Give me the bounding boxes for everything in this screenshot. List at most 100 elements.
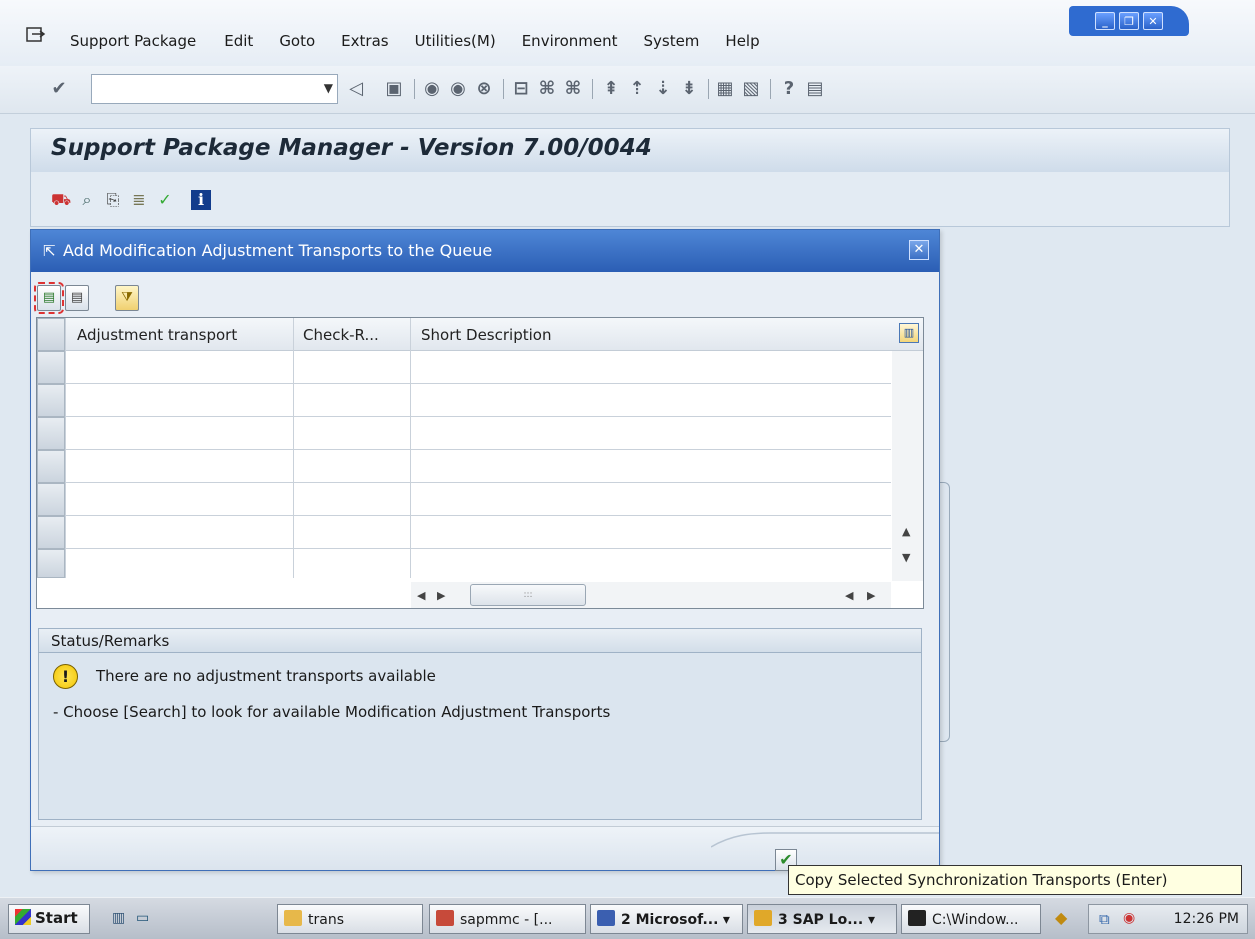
layout-menu-icon[interactable]: ▤ — [804, 78, 826, 100]
dialog-close-icon[interactable]: ✕ — [909, 240, 929, 260]
menu-bar: Support Package Edit Goto Extras Utiliti… — [0, 0, 1255, 66]
dialog-menu-icon[interactable]: ⇱ — [43, 242, 56, 260]
transports-table: Adjustment transport Check-R... Short De… — [36, 317, 924, 609]
clock[interactable]: 12:26 PM — [1174, 911, 1239, 927]
status-header-label: Status/Remarks — [51, 632, 170, 650]
sap-quickstart-icon[interactable]: ◆ — [1055, 908, 1067, 927]
menu-system[interactable]: System — [643, 32, 699, 50]
new-session-icon[interactable]: ▦ — [714, 78, 736, 100]
minimize-icon[interactable]: _ — [1095, 12, 1115, 30]
horizontal-scroll-thumb[interactable]: ::: — [470, 584, 586, 606]
next-page-icon[interactable]: ⇣ — [652, 78, 674, 100]
toolbar-separator — [503, 79, 504, 99]
taskbar-button-sap-logon[interactable]: 3 SAP Lo... ▾ — [747, 904, 897, 934]
table-row[interactable] — [65, 416, 891, 417]
quicklaunch-server-icon[interactable]: ▥ — [112, 910, 125, 926]
select-all-rows-cell[interactable] — [37, 318, 65, 351]
close-window-icon[interactable]: ✕ — [1143, 12, 1163, 30]
table-row[interactable] — [65, 383, 891, 384]
start-label: Start — [35, 909, 78, 927]
menu-help[interactable]: Help — [725, 32, 759, 50]
scroll-left-icon[interactable]: ◀ — [417, 589, 425, 602]
row-selector[interactable] — [37, 549, 65, 578]
taskbar-button-sapmmc[interactable]: sapmmc - [... — [429, 904, 586, 934]
table-settings-icon[interactable]: ▥ — [899, 323, 919, 343]
column-separator — [65, 318, 66, 578]
taskbar-button-microsoft-word[interactable]: 2 Microsof... ▾ — [590, 904, 743, 934]
save-icon[interactable]: ▣ — [383, 78, 405, 100]
back-icon[interactable]: ◉ — [421, 78, 443, 100]
find-icon[interactable]: ⌘ — [536, 78, 558, 100]
table-row[interactable] — [65, 482, 891, 483]
command-field[interactable]: ▼ — [91, 74, 338, 104]
start-button[interactable]: Start — [8, 904, 90, 934]
table-row[interactable] — [65, 449, 891, 450]
column-header-check-r[interactable]: Check-R... — [303, 326, 379, 344]
last-page-icon[interactable]: ⇟ — [678, 78, 700, 100]
row-selector[interactable] — [37, 384, 65, 417]
search-icon[interactable]: ⌕ — [77, 190, 97, 210]
find-next-icon[interactable]: ⌘ — [562, 78, 584, 100]
menu-edit[interactable]: Edit — [224, 32, 253, 50]
help-icon[interactable]: ? — [778, 78, 800, 100]
window-controls: _ ❐ ✕ — [1069, 6, 1189, 36]
page-title: Support Package Manager - Version 7.00/0… — [51, 135, 652, 161]
taskbar-button-cmd[interactable]: C:\Window... — [901, 904, 1041, 934]
filter-icon[interactable]: ⧩ — [115, 285, 139, 311]
screen-title-bar: Support Package Manager - Version 7.00/0… — [30, 128, 1230, 172]
document-icon[interactable]: ⎘ — [103, 190, 123, 210]
info-icon[interactable]: i — [191, 190, 211, 210]
menu-goto[interactable]: Goto — [279, 32, 315, 50]
print-icon[interactable]: ⊟ — [510, 78, 532, 100]
column-header-short-description[interactable]: Short Description — [421, 326, 551, 344]
row-selector[interactable] — [37, 351, 65, 384]
toolbar-separator — [592, 79, 593, 99]
sap-logon-icon — [754, 910, 772, 926]
taskbar-button-label: 2 Microsof... — [621, 912, 719, 928]
import-queue-icon[interactable]: ⛟ — [51, 190, 71, 210]
confirm-icon[interactable]: ✓ — [155, 190, 175, 210]
taskbar: Start ▥ ▭ trans sapmmc - [... 2 Microsof… — [0, 897, 1255, 939]
exit-icon[interactable]: ◉ — [447, 78, 469, 100]
stack-icon[interactable]: ≣ — [129, 190, 149, 210]
mmc-icon — [436, 910, 454, 926]
row-selector[interactable] — [37, 516, 65, 549]
scroll-up-icon[interactable]: ▲ — [902, 525, 910, 538]
row-selector[interactable] — [37, 450, 65, 483]
cancel-icon[interactable]: ⊗ — [473, 78, 495, 100]
application-toolbar: ⛟ ⌕ ⎘ ≣ ✓ i — [30, 172, 1230, 227]
quicklaunch-desktop-icon[interactable]: ▭ — [136, 910, 149, 926]
dialog-footer: ✔ — [31, 826, 939, 871]
previous-page-icon[interactable]: ⇡ — [626, 78, 648, 100]
status-message: There are no adjustment transports avail… — [96, 667, 436, 685]
volume-warning-icon[interactable]: ◉ — [1123, 910, 1135, 926]
back-triangle-icon[interactable]: ◁ — [345, 78, 367, 100]
select-all-icon[interactable]: ▤ — [34, 282, 64, 314]
column-header-adjustment-transport[interactable]: Adjustment transport — [77, 326, 237, 344]
enter-check-icon[interactable]: ✔ — [48, 78, 70, 100]
shortcut-icon[interactable]: ▧ — [740, 78, 762, 100]
column-separator — [410, 318, 411, 578]
row-selector[interactable] — [37, 417, 65, 450]
scroll-right-icon[interactable]: ▶ — [867, 589, 875, 602]
taskbar-button-trans[interactable]: trans — [277, 904, 423, 934]
menu-extras[interactable]: Extras — [341, 32, 388, 50]
vertical-scrollbar[interactable]: ▲ ▼ — [892, 351, 923, 581]
scroll-right-icon[interactable]: ▶ — [437, 589, 445, 602]
table-row[interactable] — [65, 515, 891, 516]
first-page-icon[interactable]: ⇞ — [600, 78, 622, 100]
scroll-down-icon[interactable]: ▼ — [902, 551, 910, 564]
warning-icon: ! — [53, 664, 78, 689]
restore-icon[interactable]: ❐ — [1119, 12, 1139, 30]
chevron-down-icon[interactable]: ▼ — [324, 81, 333, 95]
menu-support-package[interactable]: Support Package — [70, 32, 196, 50]
menu-arrow-icon[interactable] — [26, 26, 46, 44]
scroll-left-icon[interactable]: ◀ — [845, 589, 853, 602]
add-transports-dialog: ⇱ Add Modification Adjustment Transports… — [30, 229, 940, 871]
row-selector[interactable] — [37, 483, 65, 516]
table-row[interactable] — [65, 548, 891, 549]
network-icon[interactable]: ⧉ — [1099, 910, 1110, 928]
deselect-all-icon[interactable]: ▤ — [65, 285, 89, 311]
menu-utilities[interactable]: Utilities(M) — [415, 32, 496, 50]
menu-environment[interactable]: Environment — [522, 32, 618, 50]
